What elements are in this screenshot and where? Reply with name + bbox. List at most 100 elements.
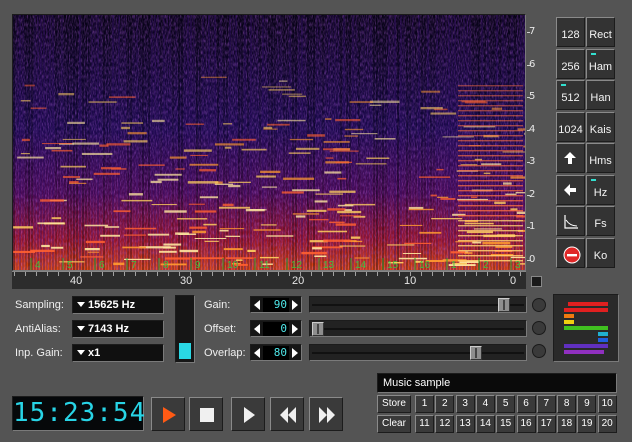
axis-corner-box (531, 276, 542, 287)
window-button-rect[interactable]: Rect (586, 17, 615, 47)
preset-slot-13[interactable]: 13 (455, 415, 475, 433)
stop-button[interactable] (189, 397, 223, 431)
left-arrow-button[interactable] (556, 174, 585, 205)
segment-marker: 1 (451, 260, 457, 270)
frequency-tick-label: 5 (526, 91, 536, 102)
window-button-ham[interactable]: Ham (586, 48, 615, 79)
frequency-tick-label: 0 (526, 253, 536, 265)
window-button-256[interactable]: 256 (556, 48, 585, 79)
input-gain-dropdown[interactable]: x1 (72, 344, 164, 362)
time-minor-tick (201, 272, 202, 276)
antialias-dropdown[interactable]: 7143 Hz (72, 320, 164, 338)
preset-slot-17[interactable]: 17 (536, 415, 556, 433)
decrement-icon[interactable] (254, 348, 260, 358)
segment-marker: 14 (355, 260, 367, 270)
preset-slot-15[interactable]: 15 (496, 415, 516, 433)
window-button-fs[interactable]: Fs (586, 206, 615, 236)
sample-name-field[interactable]: Music sample (377, 373, 617, 393)
segment-marker: 12 (291, 260, 303, 270)
record-button[interactable] (151, 397, 185, 431)
time-minor-tick (377, 272, 378, 276)
increment-icon[interactable] (292, 300, 298, 310)
increment-icon[interactable] (292, 348, 298, 358)
app-logo (553, 294, 619, 362)
slider-thumb[interactable] (312, 322, 324, 336)
time-minor-tick (432, 272, 433, 276)
time-minor-tick (388, 272, 389, 276)
button-label: Hms (589, 155, 612, 167)
overlap-spinner[interactable]: 80 (250, 344, 302, 361)
preset-slot-19[interactable]: 19 (577, 415, 597, 433)
offset-slider[interactable] (309, 320, 527, 337)
time-minor-tick (366, 272, 367, 276)
button-label: Fs (594, 218, 607, 230)
preset-slot-5[interactable]: 5 (496, 395, 516, 413)
offset-value: 0 (263, 322, 289, 336)
segment-marker: 4 (35, 260, 41, 270)
frequency-tick-label: 6 (526, 58, 536, 70)
up-arrow-button[interactable] (556, 143, 585, 173)
time-tick-label: 20 (292, 275, 305, 287)
chevron-down-icon (77, 302, 85, 307)
gain-slider[interactable] (309, 296, 527, 313)
fast-forward-button[interactable] (309, 397, 343, 431)
sampling-dropdown[interactable]: 15625 Hz (72, 296, 164, 314)
preset-slot-12[interactable]: 12 (435, 415, 455, 433)
preset-slot-4[interactable]: 4 (475, 395, 495, 413)
window-button-hz[interactable]: Hz (586, 174, 615, 205)
window-button-128[interactable]: 128 (556, 17, 585, 47)
preset-slot-18[interactable]: 18 (557, 415, 577, 433)
axes-button[interactable] (556, 206, 585, 236)
slider-thumb[interactable] (498, 298, 510, 312)
preset-slot-3[interactable]: 3 (455, 395, 475, 413)
preset-slot-7[interactable]: 7 (536, 395, 556, 413)
window-button-hms[interactable]: Hms (586, 143, 615, 173)
antialias-label: AntiAlias: (15, 323, 61, 335)
preset-slot-14[interactable]: 14 (475, 415, 495, 433)
preset-slot-20[interactable]: 20 (597, 415, 617, 433)
stop-icon (200, 408, 214, 422)
window-button-1024[interactable]: 1024 (556, 111, 585, 142)
clear-button[interactable]: Clear (377, 415, 411, 433)
frequency-tick-label: 2 (526, 188, 536, 200)
time-minor-tick (69, 272, 70, 276)
time-minor-tick (58, 272, 59, 276)
decrement-icon[interactable] (254, 324, 260, 334)
play-button[interactable] (231, 397, 265, 431)
button-label: Kais (589, 123, 612, 136)
stop-sign-button[interactable] (556, 237, 585, 268)
time-minor-tick (14, 272, 15, 276)
window-button-ko[interactable]: Ko (586, 237, 615, 268)
slider-thumb[interactable] (470, 346, 482, 360)
segment-marker: 15 (387, 260, 399, 270)
preset-slot-2[interactable]: 2 (435, 395, 455, 413)
window-button-kais[interactable]: Kais (586, 111, 615, 142)
antialias-value: 7143 Hz (88, 323, 129, 335)
decrement-icon[interactable] (254, 300, 260, 310)
time-minor-tick (454, 272, 455, 276)
time-minor-tick (146, 272, 147, 276)
increment-icon[interactable] (292, 324, 298, 334)
time-minor-tick (135, 272, 136, 276)
time-axis: 40 30 20 10 0 (12, 271, 526, 289)
preset-slot-6[interactable]: 6 (516, 395, 536, 413)
offset-spinner[interactable]: 0 (250, 320, 302, 337)
preset-slot-1[interactable]: 1 (415, 395, 434, 413)
time-minor-tick (212, 272, 213, 276)
input-gain-value: x1 (88, 347, 101, 359)
preset-slot-9[interactable]: 9 (577, 395, 597, 413)
preset-slot-10[interactable]: 10 (597, 395, 617, 413)
slider-track (312, 352, 524, 354)
store-button[interactable]: Store (377, 395, 411, 413)
preset-slot-8[interactable]: 8 (557, 395, 577, 413)
overlap-slider[interactable] (309, 344, 527, 361)
rewind-button[interactable] (270, 397, 304, 431)
gain-spinner[interactable]: 90 (250, 296, 302, 313)
window-button-han[interactable]: Han (586, 80, 615, 110)
stop-sign-icon (563, 246, 581, 267)
preset-slot-11[interactable]: 11 (415, 415, 434, 433)
preset-slot-16[interactable]: 16 (516, 415, 536, 433)
window-button-512[interactable]: 512 (556, 80, 585, 110)
spectrogram-display[interactable]: 4 5 6 7 8 9 10 11 12 13 14 15 16 1 2 3 (12, 14, 526, 271)
sampling-value: 15625 Hz (88, 299, 136, 311)
